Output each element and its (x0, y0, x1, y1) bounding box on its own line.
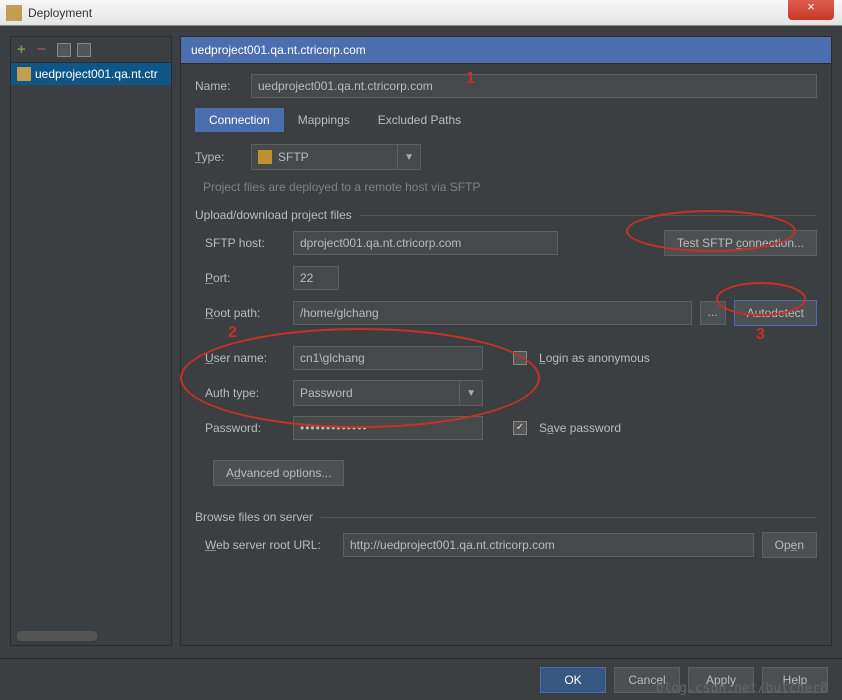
tab-connection[interactable]: Connection (195, 108, 284, 132)
auth-select[interactable]: Password ▼ (293, 380, 483, 406)
test-connection-button[interactable]: Test SFTP connection... (664, 230, 817, 256)
root-field[interactable] (293, 301, 692, 325)
content-panel: uedproject001.qa.nt.ctricorp.com Name: C… (180, 36, 832, 646)
upload-group: Upload/download project files SFTP host:… (195, 208, 817, 496)
main-split: + − uedproject001.qa.nt.ctr uedproject00… (0, 26, 842, 656)
window-title: Deployment (28, 6, 92, 20)
user-row: User name: Login as anonymous (195, 346, 817, 370)
pass-field[interactable] (293, 416, 483, 440)
dialog-buttons: OK Cancel Apply Help (0, 658, 842, 700)
type-row: Type: SFTP ▼ (195, 144, 817, 170)
advanced-row: Advanced options... (195, 460, 817, 486)
sidebar-spacer (11, 85, 171, 627)
app-icon (6, 5, 22, 21)
advanced-button[interactable]: Advanced options... (213, 460, 344, 486)
open-button[interactable]: Open (762, 532, 817, 558)
web-row: Web server root URL: Open (195, 532, 817, 558)
port-field[interactable] (293, 266, 339, 290)
name-field[interactable] (251, 74, 817, 98)
pass-row: Password: ✓ Save password (195, 416, 817, 440)
browse-group: Browse files on server Web server root U… (195, 510, 817, 568)
port-row: Port: (195, 266, 817, 290)
remove-icon[interactable]: − (37, 43, 51, 57)
web-label: Web server root URL: (205, 538, 335, 552)
help-button[interactable]: Help (762, 667, 828, 693)
name-row: Name: (195, 74, 817, 98)
window-titlebar: Deployment × (0, 0, 842, 26)
browse-legend: Browse files on server (195, 510, 321, 524)
chevron-down-icon: ▼ (397, 145, 414, 169)
apply-button[interactable]: Apply (688, 667, 754, 693)
name-label: Name: (195, 79, 243, 93)
auth-row: Auth type: Password ▼ (195, 380, 817, 406)
user-field[interactable] (293, 346, 483, 370)
root-label: Root path: (205, 306, 285, 320)
auth-value: Password (300, 386, 353, 400)
host-field[interactable] (293, 231, 558, 255)
close-button[interactable]: × (788, 0, 834, 20)
type-value: SFTP (278, 150, 309, 164)
savepass-label: Save password (539, 421, 621, 435)
type-select[interactable]: SFTP ▼ (251, 144, 421, 170)
ok-button[interactable]: OK (540, 667, 606, 693)
autodetect-button[interactable]: Autodetect (734, 300, 817, 326)
sidebar-item-server[interactable]: uedproject001.qa.nt.ctr (11, 63, 171, 85)
upload-legend: Upload/download project files (195, 208, 360, 222)
anon-label: Login as anonymous (539, 351, 650, 365)
pass-label: Password: (205, 421, 285, 435)
tabs: Connection Mappings Excluded Paths (195, 108, 817, 132)
sidebar-item-label: uedproject001.qa.nt.ctr (35, 67, 158, 81)
tab-excluded[interactable]: Excluded Paths (364, 108, 475, 132)
copy-icon[interactable] (57, 43, 71, 57)
sidebar-toolbar: + − (11, 37, 171, 63)
content-header: uedproject001.qa.nt.ctricorp.com (181, 37, 831, 64)
tab-mappings[interactable]: Mappings (284, 108, 364, 132)
content-body: Name: Connection Mappings Excluded Paths… (181, 64, 831, 645)
anon-checkbox[interactable] (513, 351, 527, 365)
root-row: Root path: ... Autodetect (195, 300, 817, 326)
auth-label: Auth type: (205, 386, 285, 400)
savepass-checkbox[interactable]: ✓ (513, 421, 527, 435)
paste-icon[interactable] (77, 43, 91, 57)
chevron-down-icon: ▼ (459, 381, 476, 405)
user-label: User name: (205, 351, 285, 365)
type-hint: Project files are deployed to a remote h… (203, 180, 817, 194)
server-icon (17, 67, 31, 81)
sidebar-scrollbar[interactable] (17, 631, 97, 641)
sftp-icon (258, 150, 272, 164)
browse-root-button[interactable]: ... (700, 301, 726, 325)
host-row: SFTP host: Test SFTP connection... (195, 230, 817, 256)
cancel-button[interactable]: Cancel (614, 667, 680, 693)
add-icon[interactable]: + (17, 43, 31, 57)
sidebar: + − uedproject001.qa.nt.ctr (10, 36, 172, 646)
port-label: Port: (205, 271, 285, 285)
web-field[interactable] (343, 533, 754, 557)
host-label: SFTP host: (205, 236, 285, 250)
type-label: Type: (195, 150, 243, 164)
